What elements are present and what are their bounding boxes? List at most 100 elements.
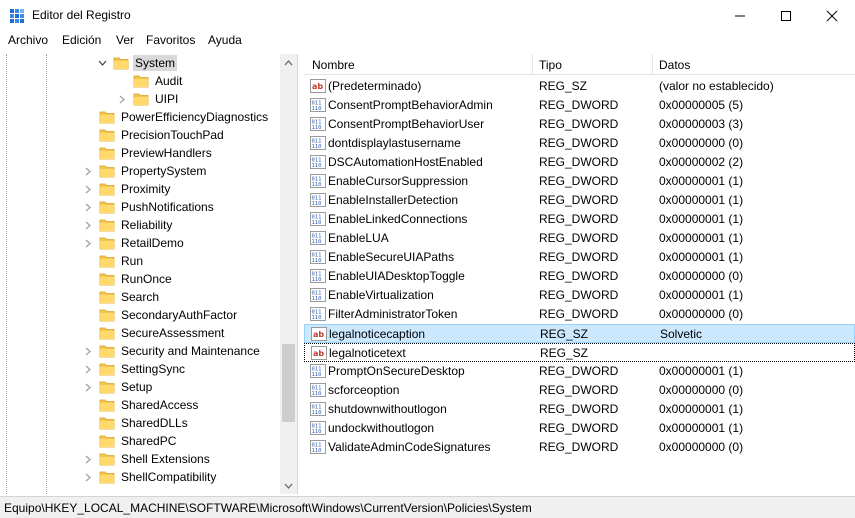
tree-item-label: RunOnce <box>121 272 172 286</box>
table-row[interactable]: 011 110 ConsentPromptBehaviorAdmin REG_DWOR… <box>304 96 855 115</box>
tree-item[interactable]: Run <box>82 252 145 270</box>
value-data: 0x00000000 (0) <box>659 269 744 283</box>
table-row[interactable]: 011 110 ValidateAdminCodeSignatures REG_DWO… <box>304 438 855 457</box>
value-type: REG_DWORD <box>539 155 619 169</box>
chevron-down-icon[interactable] <box>96 57 108 69</box>
table-row[interactable]: 011 110 scforceoption REG_DWORD 0x00000000 (… <box>304 381 855 400</box>
menu-archivo[interactable]: Archivo <box>8 33 48 47</box>
chevron-right-icon[interactable] <box>82 381 94 393</box>
column-header-tipo[interactable]: Tipo <box>539 58 562 72</box>
value-type: REG_DWORD <box>539 288 619 302</box>
tree-item[interactable]: PushNotifications <box>82 198 216 216</box>
tree-item[interactable]: RetailDemo <box>82 234 186 252</box>
tree-item[interactable]: Security and Maintenance <box>82 342 262 360</box>
table-row[interactable]: 011 110 EnableCursorSuppression REG_DWORD 0x… <box>304 172 855 191</box>
folder-icon <box>99 435 115 448</box>
window-title: Editor del Registro <box>32 8 131 22</box>
tree-item[interactable]: UIPI <box>116 90 180 108</box>
value-data: 0x00000001 (1) <box>659 364 744 378</box>
scroll-down-button[interactable] <box>280 477 297 494</box>
tree-item[interactable]: PropertySystem <box>82 162 208 180</box>
table-row[interactable]: ab legalnoticetext REG_SZ <box>304 343 855 362</box>
tree-item[interactable]: SharedAccess <box>82 396 200 414</box>
table-row[interactable]: 011 110 FilterAdministratorToken REG_DWORD 0… <box>304 305 855 324</box>
values-list[interactable]: Nombre Tipo Datos ab (Predeterminado) REG_… <box>304 54 855 494</box>
chevron-right-icon[interactable] <box>82 237 94 249</box>
tree-item[interactable]: SharedDLLs <box>82 414 190 432</box>
value-name: ConsentPromptBehaviorUser <box>328 117 485 131</box>
value-data: 0x00000001 (1) <box>659 174 744 188</box>
tree-item[interactable]: Audit <box>116 72 184 90</box>
tree-item[interactable]: SharedPC <box>82 432 178 450</box>
tree-item[interactable]: Shell Extensions <box>82 450 212 468</box>
menu-ayuda[interactable]: Ayuda <box>208 33 242 47</box>
status-bar: Equipo\HKEY_LOCAL_MACHINE\SOFTWARE\Micro… <box>0 496 855 518</box>
tree-item[interactable]: SettingSync <box>82 360 187 378</box>
tree-item[interactable]: Proximity <box>82 180 172 198</box>
chevron-right-icon[interactable] <box>82 219 94 231</box>
tree-item[interactable]: SecureAssessment <box>82 324 226 342</box>
table-row[interactable]: ab (Predeterminado) REG_SZ (valor no establ… <box>304 77 855 96</box>
minimize-button[interactable] <box>717 0 763 31</box>
tree-item[interactable]: Setup <box>82 378 154 396</box>
table-row[interactable]: 011 110 PromptOnSecureDesktop REG_DWORD 0x00… <box>304 362 855 381</box>
table-row[interactable]: ab legalnoticecaption REG_SZ Solvetic <box>304 324 855 343</box>
table-row[interactable]: 011 110 EnableInstallerDetection REG_DWORD 0… <box>304 191 855 210</box>
value-data: 0x00000001 (1) <box>659 250 744 264</box>
menu-favoritos[interactable]: Favoritos <box>146 33 195 47</box>
value-name: scforceoption <box>328 383 400 397</box>
menu-ver[interactable]: Ver <box>116 33 134 47</box>
tree-item[interactable]: PreviewHandlers <box>82 144 214 162</box>
chevron-right-icon[interactable] <box>82 165 94 177</box>
folder-icon <box>99 363 115 376</box>
column-header-datos[interactable]: Datos <box>659 58 690 72</box>
tree-item[interactable]: Search <box>82 288 161 306</box>
binary-value-icon: 011110 <box>310 250 326 264</box>
close-button[interactable] <box>809 0 855 31</box>
tree-item[interactable]: System <box>96 54 178 72</box>
value-name: EnableLinkedConnections <box>328 212 468 226</box>
chevron-right-icon[interactable] <box>82 471 94 483</box>
tree-item-label: ShellCompatibility <box>121 470 217 484</box>
maximize-button[interactable] <box>763 0 809 31</box>
table-row[interactable]: 011 110 EnableSecureUIAPaths REG_DWORD 0x000… <box>304 248 855 267</box>
tree-item[interactable]: SecondaryAuthFactor <box>82 306 239 324</box>
scroll-thumb[interactable] <box>282 344 295 422</box>
maximize-icon <box>781 10 791 21</box>
tree-item[interactable]: ShellCompatibility <box>82 468 218 486</box>
chevron-right-icon[interactable] <box>116 93 128 105</box>
table-row[interactable]: 011 110 shutdownwithoutlogon REG_DWORD 0x000… <box>304 400 855 419</box>
chevron-right-icon[interactable] <box>82 201 94 213</box>
tree-item[interactable]: PrecisionTouchPad <box>82 126 226 144</box>
menu-edicion[interactable]: Edición <box>62 33 101 47</box>
svg-text:ab: ab <box>312 82 323 91</box>
column-divider[interactable] <box>532 54 533 75</box>
table-row[interactable]: 011 110 EnableLUA REG_DWORD 0x00000001 (1) <box>304 229 855 248</box>
tree-item[interactable]: RunOnce <box>82 270 174 288</box>
table-row[interactable]: 011 110 undockwithoutlogon REG_DWORD 0x00000… <box>304 419 855 438</box>
column-header-nombre[interactable]: Nombre <box>312 58 355 72</box>
value-type: REG_DWORD <box>539 307 619 321</box>
value-data: Solvetic <box>660 327 703 341</box>
table-row[interactable]: 011 110 dontdisplaylastusername REG_DWORD 0x… <box>304 134 855 153</box>
value-name: ValidateAdminCodeSignatures <box>328 440 491 454</box>
table-row[interactable]: 011 110 EnableLinkedConnections REG_DWORD 0x… <box>304 210 855 229</box>
tree-item[interactable]: Reliability <box>82 216 174 234</box>
chevron-right-icon[interactable] <box>82 453 94 465</box>
table-row[interactable]: 011 110 EnableVirtualization REG_DWORD 0x000… <box>304 286 855 305</box>
key-tree[interactable]: System Audit UIPI PowerEfficiencyDiagnostic… <box>0 54 298 494</box>
table-row[interactable]: 011 110 EnableUIADesktopToggle REG_DWORD 0x0… <box>304 267 855 286</box>
table-row[interactable]: 011 110 ConsentPromptBehaviorUser REG_DWORD… <box>304 115 855 134</box>
tree-scrollbar[interactable] <box>280 54 297 494</box>
folder-icon <box>99 471 115 484</box>
tree-item[interactable]: PowerEfficiencyDiagnostics <box>82 108 270 126</box>
chevron-right-icon[interactable] <box>82 363 94 375</box>
binary-value-icon: 011110 <box>310 421 326 435</box>
chevron-right-icon[interactable] <box>82 183 94 195</box>
column-divider[interactable] <box>652 54 653 75</box>
scroll-up-button[interactable] <box>280 54 297 71</box>
binary-value-icon: 011110 <box>310 212 326 226</box>
chevron-right-icon[interactable] <box>82 345 94 357</box>
table-row[interactable]: 011 110 DSCAutomationHostEnabled REG_DWORD 0… <box>304 153 855 172</box>
